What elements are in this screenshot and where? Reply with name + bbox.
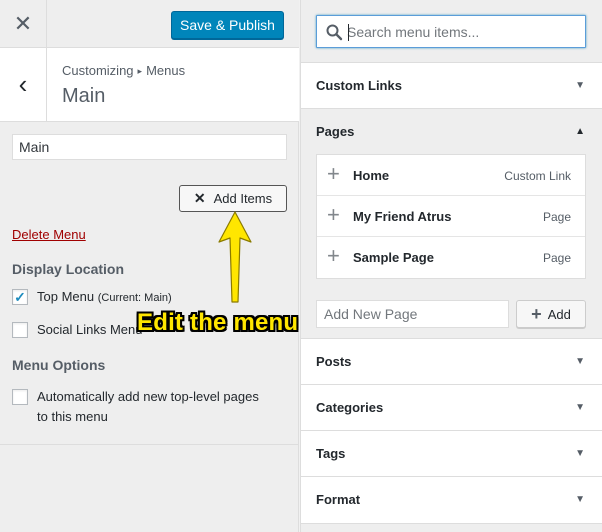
chevron-left-icon[interactable]: ‹ bbox=[0, 48, 47, 121]
section-header: ‹ Customizing ▸ Menus Main bbox=[0, 48, 299, 122]
section-pages[interactable]: Pages ▲ bbox=[301, 108, 602, 154]
new-page-input[interactable] bbox=[316, 300, 509, 328]
plus-icon[interactable]: + bbox=[327, 204, 340, 226]
section-label: Tags bbox=[316, 446, 346, 461]
close-icon: ✕ bbox=[193, 190, 206, 206]
search-box[interactable] bbox=[316, 15, 586, 48]
text-cursor bbox=[348, 24, 349, 41]
search-icon bbox=[326, 24, 343, 41]
breadcrumb-child: Menus bbox=[146, 63, 186, 78]
breadcrumb: Customizing ▸ Menus bbox=[62, 63, 185, 78]
customizer-topbar: ✕ Save & Publish bbox=[0, 0, 299, 48]
item-type: Page bbox=[542, 210, 571, 224]
location-label: Top Menu (Current: Main) bbox=[37, 289, 172, 304]
section-tags[interactable]: Tags ▼ bbox=[301, 430, 602, 476]
item-type: Custom Link bbox=[504, 169, 571, 183]
location-option-social-links[interactable]: Social Links Menu bbox=[12, 322, 143, 338]
delete-menu-link[interactable]: Delete Menu bbox=[12, 227, 86, 242]
caret-down-icon: ▼ bbox=[575, 356, 585, 367]
section-label: Pages bbox=[316, 124, 355, 139]
menu-name-input[interactable] bbox=[12, 134, 287, 160]
item-title: Home bbox=[353, 168, 390, 183]
section-label: Format bbox=[316, 492, 361, 507]
section-format[interactable]: Format ▼ bbox=[301, 476, 602, 524]
plus-icon: + bbox=[531, 303, 542, 324]
item-type: Page bbox=[542, 251, 571, 265]
section-label: Categories bbox=[316, 400, 384, 415]
section-label: Custom Links bbox=[316, 78, 402, 93]
annotation-arrow-icon bbox=[218, 211, 252, 303]
section-label: Posts bbox=[316, 354, 352, 369]
add-items-button[interactable]: ✕ Add Items bbox=[179, 185, 287, 212]
search-input[interactable] bbox=[347, 18, 581, 45]
list-item[interactable]: + Sample Page Page bbox=[317, 237, 585, 278]
save-publish-button[interactable]: Save & Publish bbox=[171, 11, 284, 39]
caret-down-icon: ▼ bbox=[575, 402, 585, 413]
breadcrumb-separator-icon: ▸ bbox=[137, 66, 143, 76]
caret-up-icon: ▲ bbox=[575, 126, 585, 137]
display-location-title: Display Location bbox=[12, 261, 125, 277]
checkbox-unchecked-icon[interactable] bbox=[12, 322, 28, 338]
page-title: Main bbox=[62, 85, 106, 107]
caret-down-icon: ▼ bbox=[575, 494, 585, 505]
add-items-label: Add Items bbox=[213, 191, 273, 206]
breadcrumb-parent: Customizing bbox=[62, 63, 134, 78]
item-title: Sample Page bbox=[353, 250, 434, 265]
add-label: Add bbox=[547, 306, 571, 322]
location-label: Social Links Menu bbox=[37, 322, 143, 337]
list-item[interactable]: + My Friend Atrus Page bbox=[317, 196, 585, 237]
auto-add-label: Automatically add new top-level pages to… bbox=[37, 389, 259, 424]
checkbox-unchecked-icon[interactable] bbox=[12, 389, 28, 405]
list-item[interactable]: + Home Custom Link bbox=[317, 155, 585, 196]
location-option-top-menu[interactable]: ✓ Top Menu (Current: Main) bbox=[12, 289, 172, 305]
menu-options-title: Menu Options bbox=[12, 357, 106, 373]
section-categories[interactable]: Categories ▼ bbox=[301, 384, 602, 430]
available-menu-items-panel: Custom Links ▼ Pages ▲ + Home Custom Lin… bbox=[300, 0, 602, 532]
annotation-label: Edit the menu bbox=[137, 309, 299, 336]
close-icon[interactable]: ✕ bbox=[0, 0, 47, 48]
pages-list: + Home Custom Link + My Friend Atrus Pag… bbox=[316, 154, 586, 279]
auto-add-pages-option[interactable]: Automatically add new top-level pages to… bbox=[12, 389, 259, 427]
caret-down-icon: ▼ bbox=[575, 448, 585, 459]
section-custom-links[interactable]: Custom Links ▼ bbox=[301, 62, 602, 108]
checkbox-checked-icon[interactable]: ✓ bbox=[12, 289, 28, 305]
caret-down-icon: ▼ bbox=[575, 80, 585, 91]
plus-icon[interactable]: + bbox=[327, 245, 340, 267]
section-posts[interactable]: Posts ▼ bbox=[301, 338, 602, 384]
divider bbox=[0, 444, 299, 445]
item-title: My Friend Atrus bbox=[353, 209, 452, 224]
plus-icon[interactable]: + bbox=[327, 163, 340, 185]
add-page-button[interactable]: + Add bbox=[516, 300, 586, 328]
